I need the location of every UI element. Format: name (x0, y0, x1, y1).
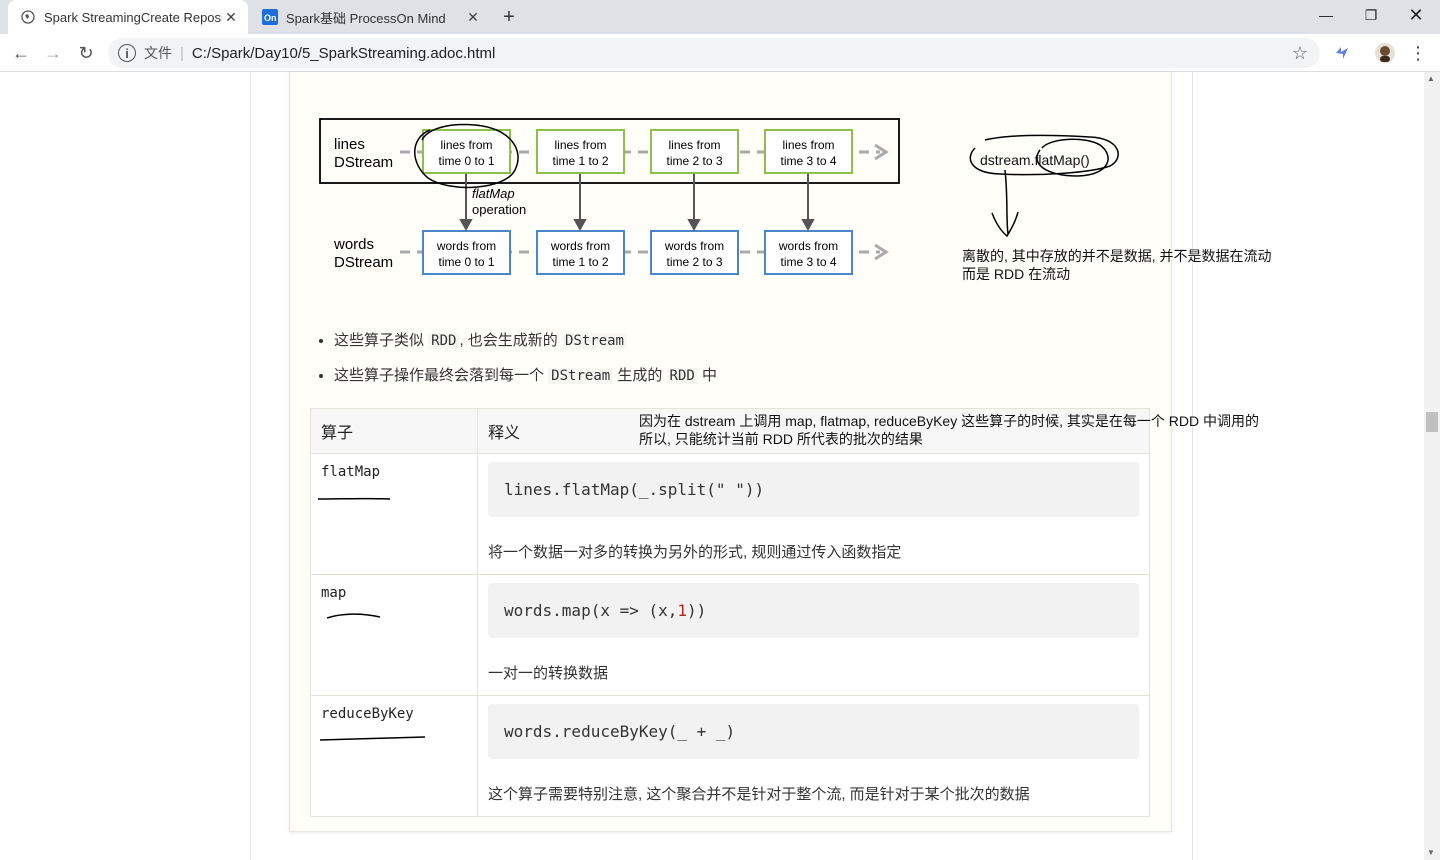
bullet-list: 这些算子类似 RDD, 也会生成新的 DStream 这些算子操作最终会落到每一… (320, 330, 717, 400)
annotation-note: 因为在 dstream 上调用 map, flatmap, reduceByKe… (639, 413, 1259, 429)
toolbar: ← → ↻ i 文件 | C:/Spark/Day10/5_SparkStrea… (0, 34, 1440, 72)
svg-text:words from: words from (664, 239, 724, 253)
code-block: words.reduceByKey(_ + _) (488, 704, 1139, 759)
back-icon[interactable]: ← (8, 40, 34, 66)
annotation-note: 所以, 只能统计当前 RDD 所代表的批次的结果 (639, 431, 923, 447)
words-batch-box: words from time 1 to 2 (536, 230, 625, 275)
operation-name: flatMap (472, 186, 515, 201)
plus-icon[interactable]: + (497, 5, 521, 29)
lines-batch-box: lines from time 3 to 4 (764, 129, 853, 174)
svg-text:lines from: lines from (782, 138, 834, 152)
dstream-label: DStream (334, 254, 393, 271)
svg-text:words from: words from (550, 239, 610, 253)
reload-icon[interactable]: ↻ (73, 40, 99, 66)
page-divider (1192, 72, 1193, 860)
page-divider (250, 72, 251, 860)
words-label: words (333, 236, 374, 253)
operator-description: 将一个数据一对多的转换为另外的形式, 规则通过传入函数指定 (488, 544, 902, 561)
scroll-up-icon[interactable]: ▲ (1427, 74, 1435, 83)
globe-icon (20, 9, 36, 25)
close-icon[interactable]: ✕ (464, 8, 482, 26)
svg-text:lines from: lines from (440, 138, 492, 152)
minimize-icon[interactable]: — (1306, 4, 1346, 26)
svg-text:words from: words from (436, 239, 496, 253)
tab-title: Spark StreamingCreate Reposi (44, 9, 222, 25)
operators-table: 算子 释义 flatMap lines.flatMap(_.split(" ")… (310, 408, 1150, 817)
address-url[interactable]: C:/Spark/Day10/5_SparkStreaming.adoc.htm… (192, 45, 495, 62)
svg-text:words from: words from (778, 239, 838, 253)
annotation-note: 离散的, 其中存放的并不是数据, 并不是数据在流动 (962, 248, 1272, 264)
list-item: 这些算子操作最终会落到每一个 DStream 生成的 RDD 中 (334, 365, 717, 400)
dstream-diagram: lines DStream words DStream lines from t… (319, 118, 900, 275)
operator-description: 一对一的转换数据 (488, 665, 609, 682)
list-item: 这些算子类似 RDD, 也会生成新的 DStream (334, 330, 717, 365)
svg-text:On: On (264, 13, 277, 23)
svg-text:lines from: lines from (554, 138, 606, 152)
code-block: lines.flatMap(_.split(" ")) (488, 462, 1139, 517)
words-batch-box: words from time 2 to 3 (650, 230, 739, 275)
maximize-icon[interactable]: ❐ (1351, 4, 1391, 26)
lines-batch-box: lines from time 1 to 2 (536, 129, 625, 174)
svg-text:time 3 to 4: time 3 to 4 (780, 255, 836, 269)
svg-text:time 2 to 3: time 2 to 3 (666, 255, 722, 269)
svg-text:time 1 to 2: time 1 to 2 (552, 154, 608, 168)
processon-icon: On (262, 9, 278, 25)
vertical-scrollbar[interactable] (1424, 72, 1440, 860)
close-window-icon[interactable]: ✕ (1396, 4, 1436, 26)
column-header: 算子 (310, 408, 478, 454)
menu-icon[interactable]: ⋮ (1407, 42, 1429, 64)
info-icon[interactable]: i (118, 44, 136, 62)
hand-annotation (969, 134, 1119, 238)
dstream-label: DStream (334, 154, 393, 171)
svg-text:time 3 to 4: time 3 to 4 (780, 154, 836, 168)
annotation-note: 而是 RDD 在流动 (962, 266, 1071, 282)
page-content: lines DStream words DStream lines from t… (0, 72, 1424, 860)
table-row: flatMap lines.flatMap(_.split(" ")) 将一个数… (310, 453, 1150, 575)
scroll-down-icon[interactable]: ▼ (1427, 848, 1435, 857)
extension-icon[interactable] (1331, 42, 1353, 64)
address-separator: | (180, 44, 184, 62)
code-block: words.map(x => (x, 1)) (488, 583, 1139, 638)
dstream-call-label: dstream.flatMap() (980, 152, 1090, 168)
operator-description: 这个算子需要特别注意, 这个聚合并不是针对于整个流, 而是针对于某个批次的数据 (488, 786, 1030, 803)
lines-batch-box: lines from time 0 to 1 (422, 129, 511, 174)
avatar[interactable] (1374, 42, 1396, 64)
address-scheme: 文件 (144, 45, 172, 61)
svg-text:time 0 to 1: time 0 to 1 (438, 154, 494, 168)
forward-icon[interactable]: → (40, 40, 66, 66)
svg-text:time 0 to 1: time 0 to 1 (438, 255, 494, 269)
tab-spark-streaming[interactable]: Spark StreamingCreate Reposi ✕ (8, 0, 248, 34)
tab-title: Spark基础 ProcessOn Mind (286, 10, 446, 26)
scrollbar-thumb[interactable] (1426, 412, 1438, 432)
table-row: map words.map(x => (x, 1)) 一对一的转换数据 (310, 574, 1150, 696)
tab-strip: Spark StreamingCreate Reposi ✕ On Spark基… (0, 0, 1440, 34)
tab-processon[interactable]: On Spark基础 ProcessOn Mind ✕ (250, 0, 490, 34)
lines-label: lines (334, 136, 365, 153)
operator-description-cell: lines.flatMap(_.split(" ")) 将一个数据一对多的转换为… (477, 453, 1150, 575)
words-batch-box: words from time 0 to 1 (422, 230, 511, 275)
svg-text:time 2 to 3: time 2 to 3 (666, 154, 722, 168)
operation-label: operation (472, 202, 526, 217)
close-icon[interactable]: ✕ (222, 8, 240, 26)
operator-description-cell: words.reduceByKey(_ + _) 这个算子需要特别注意, 这个聚… (477, 695, 1150, 817)
words-batch-box: words from time 3 to 4 (764, 230, 853, 275)
hand-underlines (317, 497, 426, 741)
lines-batch-box: lines from time 2 to 3 (650, 129, 739, 174)
star-icon[interactable]: ☆ (1292, 43, 1308, 64)
svg-text:time 1 to 2: time 1 to 2 (552, 255, 608, 269)
address-bar[interactable]: i 文件 | C:/Spark/Day10/5_SparkStreaming.a… (108, 38, 1320, 68)
svg-text:lines from: lines from (668, 138, 720, 152)
table-row: reduceByKey words.reduceByKey(_ + _) 这个算… (310, 695, 1150, 817)
operator-description-cell: words.map(x => (x, 1)) 一对一的转换数据 (477, 574, 1150, 696)
